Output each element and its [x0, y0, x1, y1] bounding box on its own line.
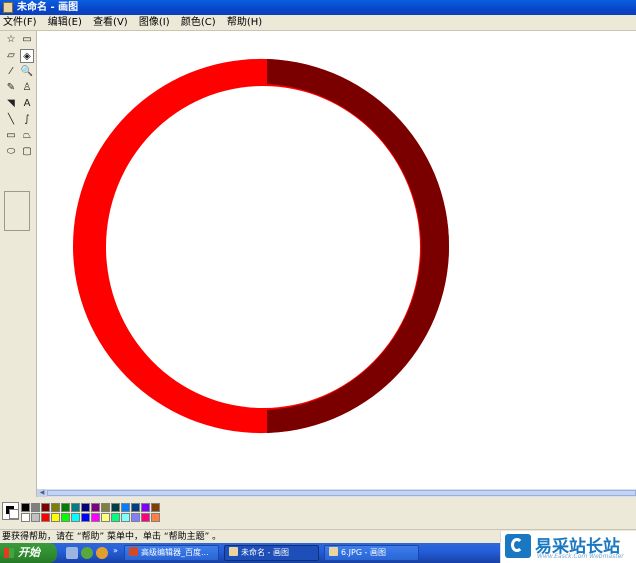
quicklaunch-more-icon[interactable]: »: [113, 546, 118, 555]
toolbox: ☆ ▭ ▱ ◈ ⁄ 🔍 ✎ ♙ ◥ A ╲ ∫ ▭ ⏢ ⬭ ▢: [0, 31, 37, 497]
paint-app-icon: [3, 2, 13, 13]
text-tool[interactable]: A: [20, 97, 34, 111]
current-colors-indicator[interactable]: [2, 502, 19, 520]
color-swatch[interactable]: [141, 503, 150, 512]
taskbar-button-label: 未命名 - 画图: [241, 548, 289, 557]
polygon-tool[interactable]: ⏢: [20, 129, 34, 143]
menu-bar: 文件(F) 编辑(E) 查看(V) 图像(I) 颜色(C) 帮助(H): [0, 15, 636, 31]
line-tool[interactable]: ╲: [4, 113, 18, 127]
color-swatch[interactable]: [71, 503, 80, 512]
rect-select-tool[interactable]: ▭: [20, 33, 34, 47]
watermark-logo: 易采站长站 Www.Easck.Com Webmaster: [500, 531, 636, 563]
color-swatch[interactable]: [151, 503, 160, 512]
windows-logo-icon: [4, 548, 14, 558]
app-icon: [129, 547, 138, 556]
color-swatch[interactable]: [111, 513, 120, 522]
color-swatch[interactable]: [51, 513, 60, 522]
taskbar-button-label: 6.JPG - 画图: [341, 548, 386, 557]
menu-edit[interactable]: 编辑(E): [44, 15, 86, 30]
color-swatch[interactable]: [111, 503, 120, 512]
start-button[interactable]: 开始: [0, 543, 57, 563]
color-swatch[interactable]: [131, 503, 140, 512]
color-swatch[interactable]: [71, 513, 80, 522]
media-player-icon[interactable]: [96, 547, 108, 559]
horizontal-scrollbar[interactable]: ◀: [37, 489, 636, 497]
color-swatch[interactable]: [51, 503, 60, 512]
background-color: [9, 509, 19, 519]
airbrush-tool[interactable]: ◥: [4, 97, 18, 111]
taskbar-button-label: 高级编辑器_百度...: [141, 548, 209, 557]
color-swatch[interactable]: [91, 503, 100, 512]
color-swatch[interactable]: [81, 513, 90, 522]
scrollbar-thumb[interactable]: [47, 490, 636, 496]
drawing-canvas[interactable]: [37, 31, 636, 489]
scroll-left-icon[interactable]: ◀: [37, 489, 47, 497]
color-swatch[interactable]: [61, 513, 70, 522]
color-swatch[interactable]: [151, 513, 160, 522]
taskbar-button[interactable]: 未命名 - 画图: [224, 545, 319, 561]
color-palette: [0, 497, 636, 529]
app-icon: [229, 547, 238, 556]
color-swatch[interactable]: [101, 513, 110, 522]
color-swatch[interactable]: [21, 503, 30, 512]
pencil-tool[interactable]: ✎: [4, 81, 18, 95]
ring-drawing: [72, 58, 449, 434]
menu-colors[interactable]: 颜色(C): [177, 15, 220, 30]
color-swatch[interactable]: [131, 513, 140, 522]
menu-image[interactable]: 图像(I): [135, 15, 174, 30]
color-swatch[interactable]: [41, 503, 50, 512]
color-swatch[interactable]: [81, 503, 90, 512]
app-icon: [329, 547, 338, 556]
title-bar[interactable]: 未命名 - 画图: [0, 0, 636, 15]
window-title: 未命名 - 画图: [17, 2, 79, 13]
color-swatch[interactable]: [21, 513, 30, 522]
color-swatch[interactable]: [121, 503, 130, 512]
menu-file[interactable]: 文件(F): [0, 15, 41, 30]
menu-view[interactable]: 查看(V): [89, 15, 132, 30]
ellipse-tool[interactable]: ⬭: [4, 145, 18, 159]
rectangle-tool[interactable]: ▭: [4, 129, 18, 143]
taskbar-button[interactable]: 6.JPG - 画图: [324, 545, 419, 561]
browser-icon[interactable]: [81, 547, 93, 559]
status-text: 要获得帮助，请在 “帮助” 菜单中，单击 “帮助主题” 。: [2, 532, 222, 542]
color-swatch[interactable]: [61, 503, 70, 512]
color-swatch[interactable]: [141, 513, 150, 522]
eraser-tool[interactable]: ▱: [4, 49, 18, 63]
color-swatch[interactable]: [31, 513, 40, 522]
rounded-rect-tool[interactable]: ▢: [20, 145, 34, 159]
watermark-url: Www.Easck.Com Webmaster: [537, 553, 624, 560]
site-logo-icon: [505, 534, 531, 558]
show-desktop-icon[interactable]: [66, 547, 78, 559]
pick-color-tool[interactable]: ⁄: [4, 65, 18, 79]
taskbar-button[interactable]: 高级编辑器_百度...: [124, 545, 219, 561]
color-swatch[interactable]: [121, 513, 130, 522]
magnifier-tool[interactable]: 🔍: [20, 65, 34, 79]
curve-tool[interactable]: ∫: [20, 113, 34, 127]
color-swatch[interactable]: [31, 503, 40, 512]
color-swatch[interactable]: [101, 503, 110, 512]
start-label: 开始: [18, 546, 40, 559]
tool-options-box[interactable]: [4, 191, 30, 231]
color-swatch[interactable]: [41, 513, 50, 522]
canvas-area: ◀: [37, 31, 636, 497]
free-select-tool[interactable]: ☆: [4, 33, 18, 47]
menu-help[interactable]: 帮助(H): [223, 15, 266, 30]
fill-tool[interactable]: ◈: [20, 49, 34, 63]
brush-tool[interactable]: ♙: [20, 81, 34, 95]
color-swatch[interactable]: [91, 513, 100, 522]
